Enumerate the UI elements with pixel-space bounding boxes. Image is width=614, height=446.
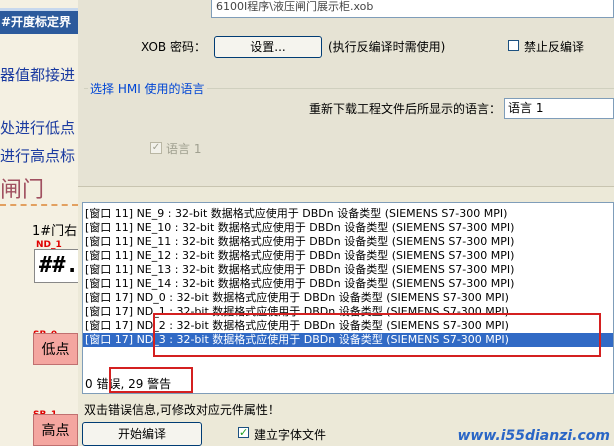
gate-label: 1#门右 — [32, 224, 78, 239]
watermark: www.i55dianzi.com — [457, 428, 610, 444]
message-row[interactable]: [窗口 11] NE_14 : 32-bit 数据格式应使用于 DBDn 设备类… — [83, 277, 613, 291]
message-row[interactable]: [窗口 17] ND_0 : 32-bit 数据格式应使用于 DBDn 设备类型… — [83, 291, 613, 305]
canvas-dashed-divider — [0, 204, 78, 206]
no-decompile-label: 禁止反编译 — [524, 40, 585, 54]
compile-dialog: 6100I程序\液压闸门展示柜.xob XOB 密码： 设置... (执行反编译… — [78, 0, 614, 446]
message-list[interactable]: [窗口 11] NE_9 : 32-bit 数据格式应使用于 DBDn 设备类型… — [82, 202, 614, 394]
message-row[interactable]: [窗口 11] NE_9 : 32-bit 数据格式应使用于 DBDn 设备类型… — [83, 207, 613, 221]
xob-password-label: XOB 密码： — [141, 40, 206, 54]
editor-canvas: #开度标定界 器值都接进 处进行低点 进行高点标 闸门 1#门右 ND_1 ##… — [0, 0, 78, 446]
canvas-title: #开度标定界 — [0, 8, 78, 34]
language-group-title: 选择 HMI 使用的语言 — [88, 80, 207, 97]
project-path-field[interactable]: 6100I程序\液压闸门展示柜.xob — [211, 0, 614, 18]
highlight-box-messages — [153, 313, 601, 357]
language-1-checkbox: ✓ — [150, 142, 162, 154]
high-point-button[interactable]: 高点 — [33, 414, 78, 446]
language-1-label: 语言 1 — [166, 142, 202, 156]
value-display[interactable]: ##. — [34, 249, 78, 283]
canvas-text-line-1: 器值都接进 — [0, 66, 76, 84]
pane-divider — [78, 186, 614, 187]
canvas-text-line-2: 处进行低点 — [0, 119, 76, 137]
message-row[interactable]: [窗口 11] NE_13 : 32-bit 数据格式应使用于 DBDn 设备类… — [83, 263, 613, 277]
reload-language-label: 重新下载工程文件后所显示的语言： — [309, 102, 502, 116]
low-point-button[interactable]: 低点 — [33, 333, 78, 365]
set-password-button[interactable]: 设置... — [214, 36, 322, 58]
message-row[interactable]: [窗口 11] NE_11 : 32-bit 数据格式应使用于 DBDn 设备类… — [83, 235, 613, 249]
settings-pane: 6100I程序\液压闸门展示柜.xob XOB 密码： 设置... (执行反编译… — [78, 0, 614, 187]
message-row[interactable]: [窗口 11] NE_12 : 32-bit 数据格式应使用于 DBDn 设备类… — [83, 249, 613, 263]
message-row[interactable]: [窗口 11] NE_10 : 32-bit 数据格式应使用于 DBDn 设备类… — [83, 221, 613, 235]
build-font-checkbox[interactable]: ✓ — [238, 427, 249, 438]
canvas-text-line-3: 进行高点标 — [0, 147, 76, 165]
double-click-hint: 双击错误信息,可修改对应元件属性！ — [84, 403, 280, 417]
build-font-label: 建立字体文件 — [254, 428, 327, 442]
no-decompile-checkbox[interactable] — [508, 40, 519, 51]
language-select[interactable]: 语言 1 — [504, 98, 614, 119]
canvas-door-text: 闸门 — [0, 178, 45, 203]
highlight-box-summary — [109, 367, 193, 393]
start-compile-button[interactable]: 开始编译 — [82, 422, 202, 446]
xob-password-note: (执行反编译时需使用) — [328, 40, 446, 54]
